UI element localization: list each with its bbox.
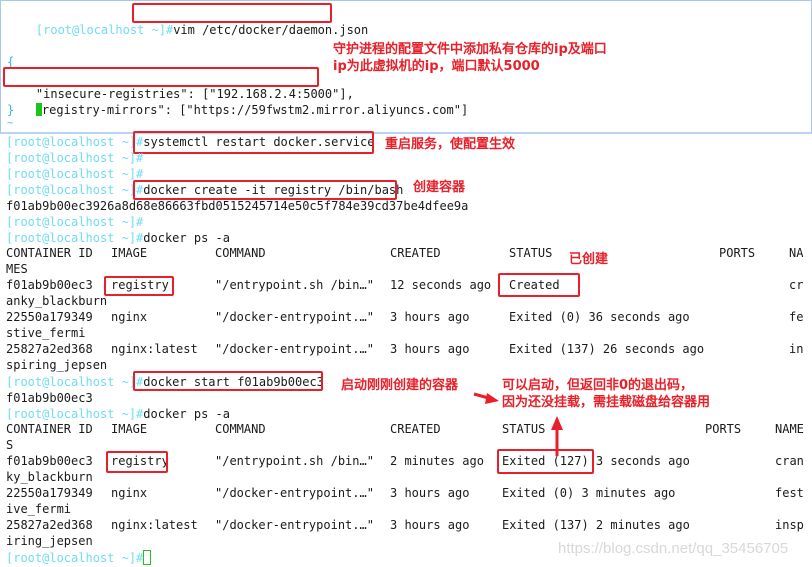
arrow-up-icon — [551, 416, 563, 456]
annotation-arrows — [473, 392, 563, 456]
watermark: https://blog.csdn.net/qq_35456705 — [558, 540, 789, 557]
arrow-right-icon — [473, 392, 499, 404]
